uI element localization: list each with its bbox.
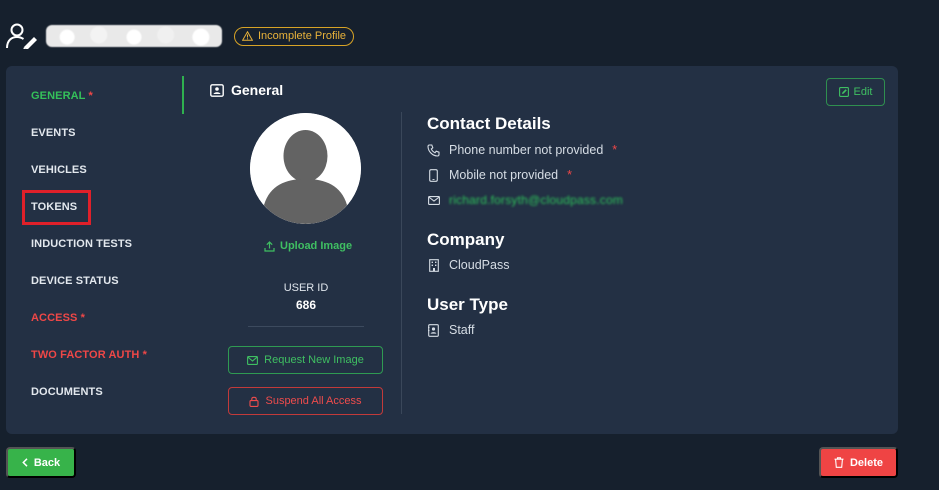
email-row: richard.forsyth@cloudpass.com	[427, 193, 623, 207]
phone-text: Phone number not provided	[449, 143, 604, 157]
nav-item-device-status[interactable]: DEVICE STATUS	[31, 275, 119, 287]
nav-item-label: DEVICE STATUS	[31, 275, 119, 287]
badge-label: Incomplete Profile	[258, 30, 347, 42]
building-icon	[427, 258, 440, 272]
divider	[248, 326, 364, 327]
suspend-all-access-button[interactable]: Suspend All Access	[228, 387, 383, 415]
email-redacted[interactable]: richard.forsyth@cloudpass.com	[449, 193, 623, 207]
lock-icon	[249, 396, 260, 407]
company-heading: Company	[427, 230, 505, 249]
required-marker: *	[80, 312, 85, 324]
delete-label: Delete	[849, 456, 884, 469]
back-label: Back	[33, 456, 61, 469]
required-marker: *	[142, 349, 147, 361]
nav-item-label: DOCUMENTS	[31, 386, 103, 398]
user-edit-icon	[6, 22, 40, 50]
chevron-left-icon	[22, 458, 28, 467]
user-name-redacted	[46, 25, 222, 47]
nav-item-two-factor-auth[interactable]: TWO FACTOR AUTH *	[31, 349, 147, 361]
nav-item-vehicles[interactable]: VEHICLES	[31, 164, 87, 176]
mail-icon	[247, 355, 259, 365]
user-id-label: USER ID	[283, 282, 329, 294]
warning-triangle-icon	[242, 31, 253, 41]
delete-button[interactable]: Delete	[819, 447, 898, 478]
nav-item-label: GENERAL	[31, 90, 86, 102]
column-divider	[401, 112, 402, 414]
trash-icon	[834, 457, 844, 468]
nav-item-label: TWO FACTOR AUTH	[31, 349, 140, 361]
nav-item-label: EVENTS	[31, 127, 76, 139]
contact-details-heading: Contact Details	[427, 114, 551, 133]
required-marker: *	[88, 90, 93, 102]
mobile-row: Mobile not provided *	[427, 168, 572, 182]
user-type-row: Staff	[427, 323, 474, 337]
contact-card-icon	[210, 83, 224, 97]
nav-item-induction-tests[interactable]: INDUCTION TESTS	[31, 238, 132, 250]
active-tab-indicator	[182, 76, 184, 114]
page-header: Incomplete Profile	[6, 22, 355, 50]
avatar	[250, 113, 361, 224]
upload-image-label: Upload Image	[280, 240, 353, 252]
company-name: CloudPass	[449, 258, 510, 272]
suspend-all-access-label: Suspend All Access	[265, 395, 362, 407]
mobile-icon	[427, 168, 440, 182]
incomplete-profile-badge: Incomplete Profile	[234, 26, 355, 46]
nav-item-label: ACCESS	[31, 312, 78, 324]
request-new-image-button[interactable]: Request New Image	[228, 346, 383, 374]
upload-image-link[interactable]: Upload Image	[264, 240, 352, 252]
side-nav: GENERAL * EVENTS VEHICLES TOKENS INDUCTI…	[6, 66, 186, 434]
section-title: General	[210, 82, 283, 98]
nav-item-label: VEHICLES	[31, 164, 87, 176]
phone-icon	[427, 143, 440, 157]
nav-item-label: INDUCTION TESTS	[31, 238, 133, 250]
phone-row: Phone number not provided *	[427, 143, 617, 157]
tokens-highlight-box	[22, 190, 91, 225]
edit-button[interactable]: Edit	[826, 78, 885, 106]
profile-card: GENERAL * EVENTS VEHICLES TOKENS INDUCTI…	[6, 66, 898, 434]
user-type-heading: User Type	[427, 295, 508, 314]
nav-item-access[interactable]: ACCESS *	[31, 312, 85, 324]
section-title-label: General	[231, 82, 284, 98]
request-new-image-label: Request New Image	[264, 354, 364, 366]
required-marker: *	[567, 168, 572, 182]
nav-item-documents[interactable]: DOCUMENTS	[31, 386, 103, 398]
id-badge-icon	[427, 323, 440, 337]
back-button[interactable]: Back	[6, 447, 76, 478]
upload-icon	[264, 240, 275, 252]
envelope-icon	[427, 193, 440, 207]
nav-item-general[interactable]: GENERAL *	[31, 90, 93, 102]
edit-icon	[838, 87, 849, 97]
company-row: CloudPass	[427, 258, 509, 272]
edit-label: Edit	[853, 86, 873, 98]
user-type-value: Staff	[449, 323, 475, 337]
required-marker: *	[612, 143, 618, 157]
nav-item-events[interactable]: EVENTS	[31, 127, 76, 139]
user-id-value: 686	[295, 298, 317, 312]
mobile-text: Mobile not provided	[449, 168, 559, 182]
